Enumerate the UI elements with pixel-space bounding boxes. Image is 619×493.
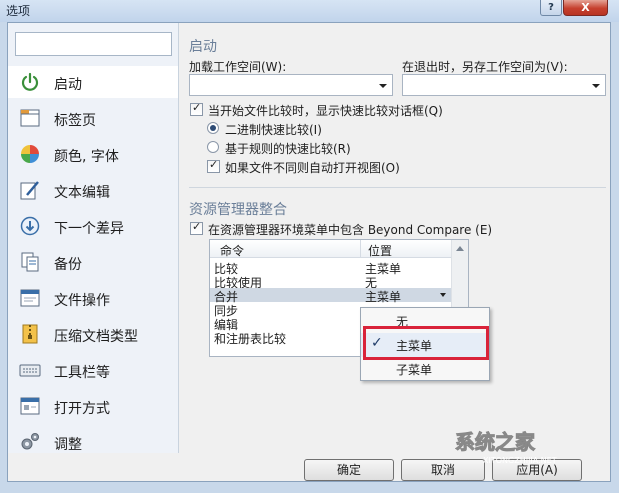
rules-compare-label: 基于规则的快速比较(R) [225,142,351,156]
backup-icon [21,252,39,272]
sidebar-item-next-diff[interactable]: 下一个差异 [8,210,178,242]
search-input[interactable] [15,32,172,56]
sidebar-item-label: 压缩文档类型 [54,329,138,345]
binary-compare-radio[interactable] [207,122,219,134]
sidebar-item-colors-fonts[interactable]: 颜色, 字体 [8,138,178,170]
explorer-include-checkbox[interactable]: ✓ [190,220,203,235]
power-icon [21,72,39,91]
sidebar-item-label: 调整 [54,437,82,453]
chevron-down-icon[interactable] [440,293,446,297]
table-row-selected[interactable]: 合并 主菜单 [210,288,452,304]
sidebar-item-label: 启动 [54,77,82,93]
sidebar-item-archive-types[interactable]: 压缩文档类型 [8,318,178,350]
sidebar-item-tabs[interactable]: 标签页 [8,102,178,134]
explorer-section-title: 资源管理器整合 [189,202,287,218]
highlight-box [363,326,489,360]
sidebar-item-text-edit[interactable]: 文本编辑 [8,174,178,206]
sidebar-item-label: 文本编辑 [54,185,110,201]
sidebar-item-label: 打开方式 [54,401,110,417]
toolbar-keyboard-icon [19,364,41,377]
next-diff-icon [20,216,40,236]
checkmark-icon: ✓ [209,158,219,171]
file-operations-icon [20,289,40,307]
list-header: 命令 位置 [210,240,452,258]
row-command: 和注册表比较 [214,332,287,346]
scroll-up-icon[interactable] [456,246,464,251]
watermark-url: XITONGZHIJIA.NET [483,456,557,465]
ok-button[interactable]: 确定 [304,459,394,481]
load-workspace-label: 加载工作空间(W): [189,60,287,74]
chevron-down-icon [379,84,387,88]
text-edit-icon [20,181,39,200]
explorer-include-label: 在资源管理器环境菜单中包含 Beyond Compare (E) [208,223,493,237]
load-workspace-combo[interactable] [189,74,393,96]
sidebar-item-startup[interactable]: 启动 [8,66,178,98]
sidebar-item-label: 下一个差异 [54,221,124,237]
sidebar-item-toolbars[interactable]: 工具栏等 [8,354,178,386]
sidebar-item-label: 颜色, 字体 [54,149,119,165]
binary-compare-label: 二进制快速比较(I) [225,123,322,137]
sidebar-item-backup[interactable]: 备份 [8,246,178,278]
startup-section-title: 启动 [189,39,217,55]
radio-dot-icon [210,125,216,131]
divider [189,187,606,188]
sidebar-item-file-operations[interactable]: 文件操作 [8,282,178,314]
open-with-icon [20,397,40,415]
tweaks-gear-icon [21,433,39,450]
chevron-down-icon [592,84,600,88]
save-workspace-label: 在退出时，另存工作空间为(V): [402,60,568,74]
auto-open-label: 如果文件不同则自动打开视图(O) [225,161,400,175]
settings-panel: 启动 加载工作空间(W): 在退出时，另存工作空间为(V): ✓ 当开始文件比较… [180,23,610,453]
auto-open-checkbox[interactable]: ✓ [207,158,220,173]
column-header-command[interactable]: 命令 [220,242,244,259]
column-separator [360,240,361,258]
tab-page-icon [20,109,40,127]
column-header-location[interactable]: 位置 [368,242,392,259]
watermark-logo: 系统之家 XITONGZHIJIA.NET [455,426,615,476]
watermark-text: 系统之家 [455,430,536,455]
sidebar: 启动 标签页 颜色, 字体 文本编辑 下一个差异 备份 文件操作 压缩文档类型 … [8,23,179,453]
sidebar-item-label: 文件操作 [54,293,110,309]
sidebar-item-label: 标签页 [54,113,96,129]
rules-compare-radio[interactable] [207,141,219,153]
checkmark-icon: ✓ [192,101,202,114]
title-bar: 选项 ? X [0,0,619,22]
options-dialog: 启动 标签页 颜色, 字体 文本编辑 下一个差异 备份 文件操作 压缩文档类型 … [7,22,611,482]
color-palette-icon [21,145,39,163]
sidebar-item-label: 工具栏等 [54,365,110,381]
save-workspace-combo[interactable] [402,74,606,96]
table-row[interactable]: 比较使用 无 [210,274,452,290]
window-title: 选项 [6,4,31,18]
menu-item-submenu[interactable]: 子菜单 [361,357,489,381]
sidebar-item-tweaks[interactable]: 调整 [8,426,178,453]
help-button[interactable]: ? [540,0,562,16]
checkmark-icon: ✓ [192,220,202,233]
close-button[interactable]: X [563,0,608,16]
quick-compare-label: 当开始文件比较时，显示快速比较对话框(Q) [208,104,443,118]
table-row[interactable]: 比较 主菜单 [210,260,452,276]
sidebar-item-open-with[interactable]: 打开方式 [8,390,178,422]
menu-item-label: 子菜单 [396,363,433,377]
sidebar-item-label: 备份 [54,257,82,273]
quick-compare-checkbox[interactable]: ✓ [190,101,203,116]
archive-icon [22,324,38,344]
